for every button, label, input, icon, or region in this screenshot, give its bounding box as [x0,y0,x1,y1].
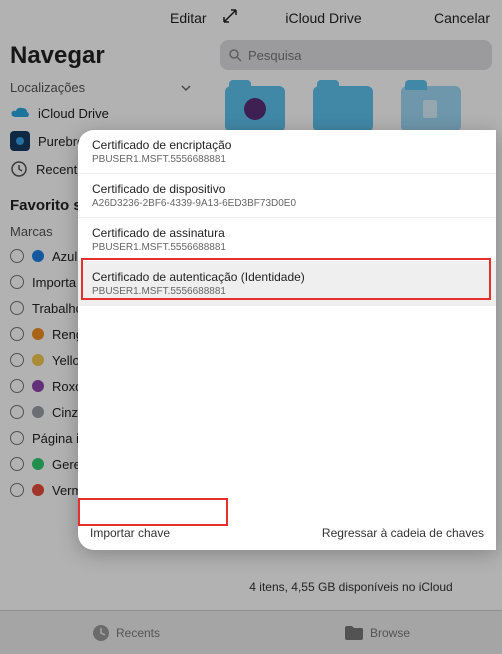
locations-label: Localizações [10,80,85,95]
radio-icon [10,353,24,367]
radio-icon [10,405,24,419]
favorites-label: Favorito s [10,197,82,214]
radio-icon [10,275,24,289]
tab-browse[interactable]: Browse [344,625,410,641]
chevron-down-icon [180,82,192,94]
tag-color-dot [32,458,44,470]
radio-icon [10,457,24,471]
clock-icon [10,160,28,178]
cert-item-encryption[interactable]: Certificado de encriptação PBUSER1.MSFT.… [78,130,496,174]
tag-label: Azul [52,249,77,264]
radio-icon [10,379,24,393]
browse-heading: Navegar [10,42,200,70]
folder-icon [344,625,364,641]
locations-header[interactable]: Localizações [10,80,200,95]
certificate-list: Certificado de encriptação PBUSER1.MSFT.… [78,130,496,306]
cancel-button[interactable]: Cancelar [434,10,490,26]
folder-icon [401,86,461,132]
location-icloud[interactable]: iCloud Drive [10,99,200,127]
cert-item-signature[interactable]: Certificado de assinatura PBUSER1.MSFT.5… [78,218,496,262]
window-title: iCloud Drive [0,10,502,26]
tag-color-dot [32,354,44,366]
app-icon [10,131,30,151]
tag-color-dot [32,484,44,496]
search-icon [228,48,242,62]
tag-color-dot [32,406,44,418]
cert-item-device[interactable]: Certificado de dispositivo A26D3236-2BF6… [78,174,496,218]
status-text: 4 itens, 4,55 GB disponíveis no iCloud [210,580,492,594]
edit-button[interactable]: Editar [170,10,207,26]
cloud-icon [10,103,30,123]
search-input[interactable]: Pesquisa [220,40,492,70]
certificate-modal: Certificado de encriptação PBUSER1.MSFT.… [78,130,496,550]
tag-label: Trabalho [32,301,83,316]
highlight-import [78,498,228,526]
title-text: iCloud Drive [285,10,361,26]
search-placeholder: Pesquisa [248,48,301,63]
tag-color-dot [32,250,44,262]
folder-icon [225,86,285,132]
radio-icon [10,249,24,263]
tag-color-dot [32,380,44,392]
radio-icon [10,431,24,445]
expand-icon[interactable] [222,8,238,24]
radio-icon [10,301,24,315]
tags-label: Marcas [10,224,53,239]
return-keychain-button[interactable]: Regressar à cadeia de chaves [322,526,484,540]
bottom-tabbar: Recents Browse [0,610,502,654]
folder-icon [313,86,373,132]
tag-label: Importa [32,275,76,290]
clock-icon [92,624,110,642]
tab-recents[interactable]: Recents [92,624,160,642]
top-bar: Editar iCloud Drive Cancelar [0,0,502,36]
import-key-button[interactable]: Importar chave [90,526,170,540]
app-window: Editar iCloud Drive Cancelar Navegar Loc… [0,0,502,654]
cert-item-auth[interactable]: Certificado de autenticação (Identidade)… [78,262,496,306]
tag-color-dot [32,328,44,340]
radio-icon [10,483,24,497]
radio-icon [10,327,24,341]
modal-footer: Importar chave Regressar à cadeia de cha… [90,526,484,540]
